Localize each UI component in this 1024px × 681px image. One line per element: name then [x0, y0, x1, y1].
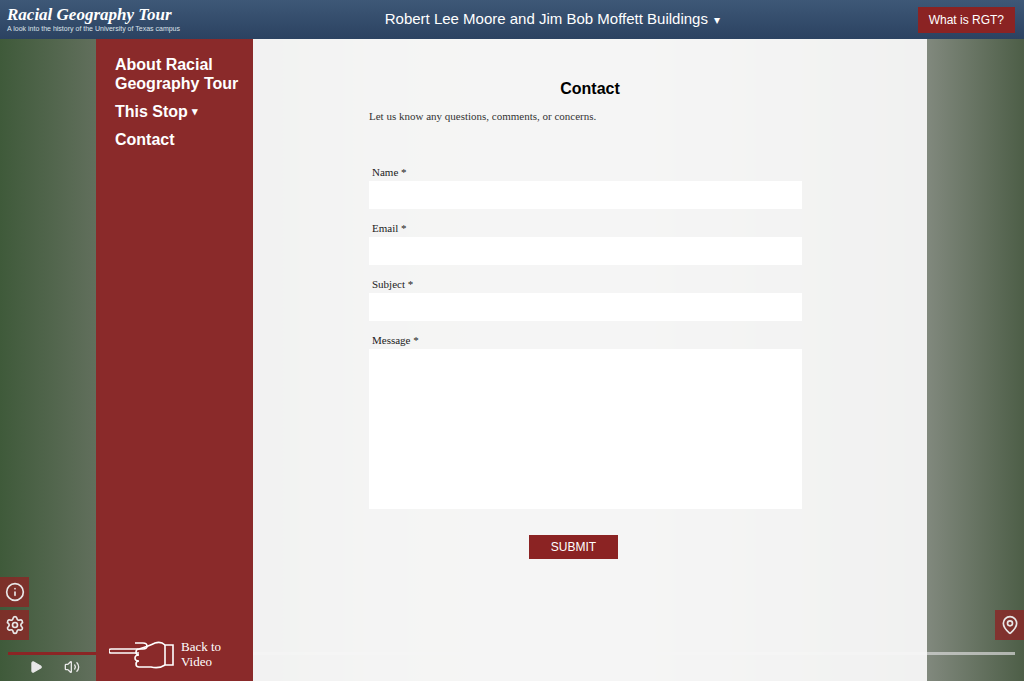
- settings-button[interactable]: [0, 610, 29, 640]
- text-input[interactable]: [369, 237, 802, 265]
- sidebar-item[interactable]: Contact: [115, 130, 245, 149]
- contact-panel: Contact Let us know any questions, commen…: [253, 39, 927, 681]
- gear-icon: [5, 615, 25, 635]
- pointing-hand-icon: [109, 637, 177, 671]
- text-input[interactable]: [369, 293, 802, 321]
- volume-button[interactable]: [63, 659, 81, 675]
- sidebar: About Racial Geography Tour This Stop▾ Con…: [96, 39, 253, 681]
- back-to-video-link[interactable]: Back to Video: [109, 637, 245, 671]
- message-textarea[interactable]: [369, 349, 802, 509]
- what-is-rgt-button[interactable]: What is RGT?: [918, 7, 1015, 33]
- volume-icon: [64, 659, 80, 675]
- text-input[interactable]: [369, 181, 802, 209]
- form-field: Email *: [369, 221, 802, 277]
- form-field: Name *: [369, 165, 802, 221]
- info-button[interactable]: [0, 577, 29, 607]
- map-button[interactable]: [995, 610, 1024, 640]
- info-icon: [5, 582, 25, 602]
- submit-button[interactable]: SUBMIT: [529, 535, 618, 559]
- contact-form: Let us know any questions, comments, or …: [369, 99, 802, 559]
- play-icon: [29, 660, 43, 674]
- form-field: Message *: [369, 333, 802, 509]
- video-progress-fill: [8, 652, 99, 655]
- sidebar-item[interactable]: About Racial Geography Tour: [115, 55, 245, 93]
- form-field: Subject *: [369, 277, 802, 333]
- tour-page: Racial Geography TourA look into the his…: [0, 0, 1024, 681]
- site-logo[interactable]: Racial Geography TourA look into the his…: [7, 6, 237, 33]
- play-button[interactable]: [28, 659, 44, 675]
- form-description: Let us know any questions, comments, or …: [369, 108, 802, 125]
- sidebar-item[interactable]: This Stop▾: [115, 102, 245, 121]
- stop-menu[interactable]: Robert Lee Moore and Jim Bob Moffett Bui…: [385, 8, 720, 31]
- top-bar: Racial Geography TourA look into the his…: [0, 0, 1024, 39]
- map-pin-icon: [1000, 615, 1020, 635]
- contact-title: Contact: [253, 79, 927, 99]
- modal: About Racial Geography Tour This Stop▾ Con…: [96, 39, 927, 681]
